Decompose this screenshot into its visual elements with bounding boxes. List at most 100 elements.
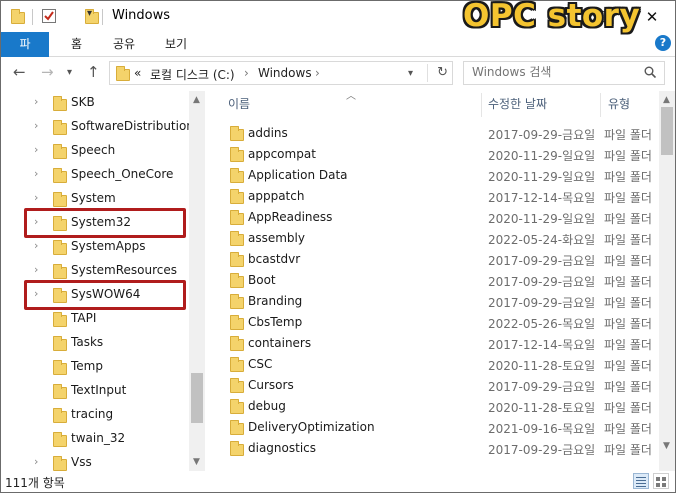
divider[interactable]	[600, 93, 601, 117]
details-view-icon[interactable]	[633, 473, 649, 489]
nav-item[interactable]: Temp	[1, 355, 189, 379]
nav-item-label: TextInput	[71, 383, 127, 397]
chevron-right-icon[interactable]: ›	[34, 263, 38, 276]
column-header-type[interactable]: 유형	[608, 95, 630, 112]
column-header-date[interactable]: 수정한 날짜	[488, 95, 547, 112]
nav-item[interactable]: › Vss	[1, 451, 189, 471]
scroll-down-icon[interactable]: ▼	[663, 441, 670, 451]
file-row[interactable]: Application Data 2020-11-29-일요일 파일 폴더	[219, 165, 657, 186]
file-row[interactable]: Boot 2017-09-29-금요일 파일 폴더	[219, 270, 657, 291]
file-type: 파일 폴더	[604, 170, 652, 184]
recent-locations-icon[interactable]: ▾	[67, 67, 72, 78]
file-row[interactable]: CbsTemp 2022-05-26-목요일 파일 폴더	[219, 312, 657, 333]
folder-icon	[53, 120, 67, 135]
file-date: 2017-09-29-금요일	[488, 380, 596, 394]
highlight-box-syswow64	[24, 280, 186, 310]
file-row[interactable]: containers 2017-12-14-목요일 파일 폴더	[219, 333, 657, 354]
nav-item[interactable]: › Speech	[1, 139, 189, 163]
folder-icon	[230, 378, 244, 393]
tab-home[interactable]: 홈	[57, 32, 96, 57]
nav-item-label: Speech	[71, 143, 116, 157]
help-icon[interactable]: ?	[655, 35, 671, 51]
scrollbar-thumb[interactable]	[191, 373, 203, 423]
file-list-scrollbar[interactable]: ▲ ▼	[659, 91, 675, 471]
chevron-right-icon[interactable]: ›	[34, 119, 38, 132]
file-date: 2020-11-28-토요일	[488, 401, 596, 415]
file-row[interactable]: apppatch 2017-12-14-목요일 파일 폴더	[219, 186, 657, 207]
nav-item[interactable]: › SKB	[1, 91, 189, 115]
nav-item-label: System	[71, 191, 116, 205]
forward-arrow-icon[interactable]: →	[41, 63, 54, 81]
refresh-icon[interactable]: ↻	[437, 65, 448, 80]
breadcrumb-local-disk[interactable]: 로컬 디스크 (C:)	[150, 66, 235, 83]
large-icons-view-icon[interactable]	[653, 473, 669, 489]
address-dropdown-icon[interactable]: ▾	[408, 68, 413, 79]
breadcrumb-windows[interactable]: Windows	[258, 66, 312, 80]
chevron-right-icon[interactable]: ›	[34, 95, 38, 108]
chevron-right-icon[interactable]: ›	[34, 191, 38, 204]
folder-icon	[230, 231, 244, 246]
nav-item[interactable]: TAPI	[1, 307, 189, 331]
file-type: 파일 폴더	[604, 443, 652, 457]
file-date: 2022-05-26-목요일	[488, 317, 596, 331]
file-row[interactable]: Branding 2017-09-29-금요일 파일 폴더	[219, 291, 657, 312]
file-row[interactable]: diagnostics 2017-09-29-금요일 파일 폴더	[219, 438, 657, 459]
nav-item[interactable]: › SoftwareDistribution	[1, 115, 194, 139]
properties-icon[interactable]	[42, 9, 56, 23]
file-row[interactable]: appcompat 2020-11-29-일요일 파일 폴더	[219, 144, 657, 165]
scrollbar-thumb[interactable]	[661, 107, 673, 155]
file-row[interactable]: debug 2020-11-28-토요일 파일 폴더	[219, 396, 657, 417]
chevron-right-icon[interactable]: ›	[34, 239, 38, 252]
up-arrow-icon[interactable]: ↑	[87, 63, 100, 81]
scroll-up-icon[interactable]: ▲	[193, 95, 200, 105]
file-row[interactable]: assembly 2022-05-24-화요일 파일 폴더	[219, 228, 657, 249]
tab-share[interactable]: 공유	[99, 32, 149, 57]
nav-item[interactable]: › Speech_OneCore	[1, 163, 189, 187]
back-arrow-icon[interactable]: ←	[13, 63, 26, 81]
nav-item-label: TAPI	[71, 311, 97, 325]
nav-item[interactable]: › SystemApps	[1, 235, 189, 259]
divider[interactable]	[481, 93, 482, 117]
file-row[interactable]: AppReadiness 2020-11-29-일요일 파일 폴더	[219, 207, 657, 228]
file-row[interactable]: addins 2017-09-29-금요일 파일 폴더	[219, 123, 657, 144]
customize-quick-access-icon[interactable]: ▾	[87, 8, 92, 26]
tab-file[interactable]: 파일	[1, 32, 49, 75]
file-type: 파일 폴더	[604, 191, 652, 205]
chevron-right-icon[interactable]: ›	[34, 143, 38, 156]
file-type: 파일 폴더	[604, 149, 652, 163]
file-row[interactable]: bcastdvr 2017-09-29-금요일 파일 폴더	[219, 249, 657, 270]
nav-item-label: Speech_OneCore	[71, 167, 174, 181]
file-row[interactable]: CSC 2020-11-28-토요일 파일 폴더	[219, 354, 657, 375]
navigation-scrollbar[interactable]: ▲ ▼	[189, 91, 205, 471]
chevron-right-icon[interactable]: ›	[34, 167, 38, 180]
search-icon[interactable]	[644, 66, 657, 81]
file-name: Boot	[248, 273, 276, 287]
file-type: 파일 폴더	[604, 317, 652, 331]
chevron-right-icon[interactable]: ›	[34, 455, 38, 468]
nav-item[interactable]: Tasks	[1, 331, 189, 355]
folder-icon	[53, 456, 67, 471]
search-input[interactable]	[472, 65, 632, 79]
nav-item[interactable]: tracing	[1, 403, 189, 427]
file-date: 2020-11-28-토요일	[488, 359, 596, 373]
column-header-name[interactable]: 이름	[228, 95, 250, 112]
folder-icon	[53, 264, 67, 279]
folder-icon	[230, 315, 244, 330]
status-bar: 111개 항목	[1, 471, 675, 492]
address-bar[interactable]: « 로컬 디스크 (C:) › Windows › ▾ ↻	[109, 61, 453, 85]
file-row[interactable]: DeliveryOptimization 2021-09-16-목요일 파일 폴더	[219, 417, 657, 438]
folder-icon	[53, 384, 67, 399]
scroll-down-icon[interactable]: ▼	[193, 457, 200, 467]
search-box[interactable]	[463, 61, 665, 85]
file-name: addins	[248, 126, 288, 140]
nav-item[interactable]: twain_32	[1, 427, 189, 451]
nav-item[interactable]: TextInput	[1, 379, 189, 403]
breadcrumb-overflow[interactable]: «	[134, 66, 141, 80]
scroll-up-icon[interactable]: ▲	[663, 95, 670, 105]
file-type: 파일 폴더	[604, 254, 652, 268]
folder-icon	[230, 420, 244, 435]
explorer-window: ▾ Windows — ☐ ✕ 파일 홈 공유 보기 OPC story ? ←…	[0, 0, 676, 493]
nav-item-label: Tasks	[71, 335, 104, 349]
tab-view[interactable]: 보기	[151, 32, 201, 57]
file-row[interactable]: Cursors 2017-09-29-금요일 파일 폴더	[219, 375, 657, 396]
